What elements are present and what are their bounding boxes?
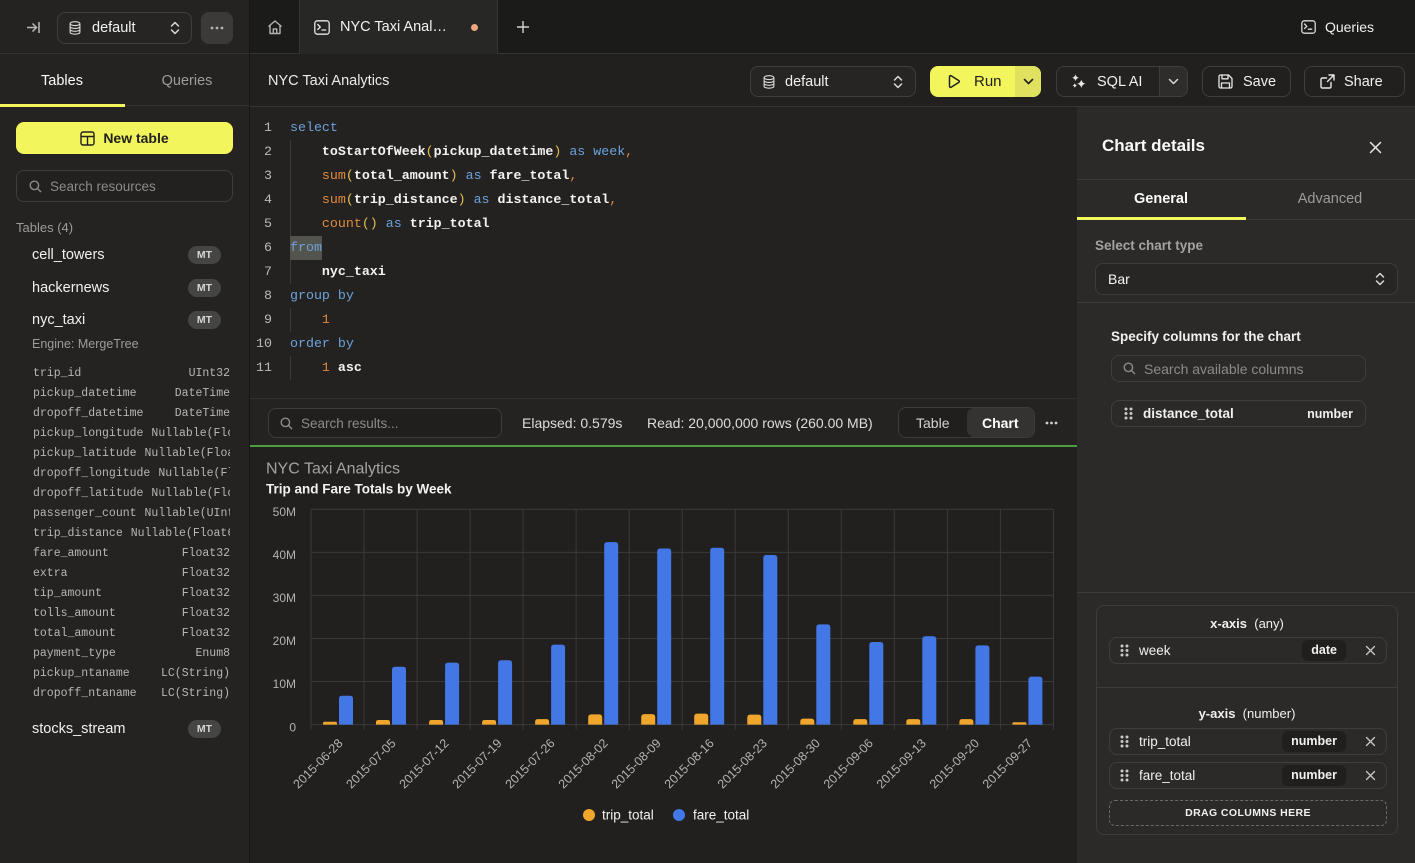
svg-text:fare_total: fare_total (693, 808, 749, 823)
svg-text:30M: 30M (273, 591, 296, 605)
svg-text:Trip and Fare Totals by Week: Trip and Fare Totals by Week (266, 482, 452, 497)
svg-text:2015-09-20: 2015-09-20 (927, 736, 982, 791)
svg-text:2015-08-09: 2015-08-09 (609, 736, 664, 791)
svg-text:10M: 10M (273, 677, 296, 691)
svg-text:2015-07-05: 2015-07-05 (344, 736, 399, 791)
svg-text:20M: 20M (273, 634, 296, 648)
svg-text:0: 0 (289, 720, 296, 734)
svg-text:trip_total: trip_total (602, 808, 654, 823)
svg-text:2015-09-13: 2015-09-13 (874, 736, 929, 791)
svg-text:2015-08-30: 2015-08-30 (768, 736, 823, 791)
svg-text:2015-08-02: 2015-08-02 (556, 736, 611, 791)
svg-text:2015-07-26: 2015-07-26 (503, 736, 558, 791)
svg-text:2015-07-12: 2015-07-12 (397, 736, 452, 791)
svg-text:2015-08-16: 2015-08-16 (662, 736, 717, 791)
svg-text:2015-07-19: 2015-07-19 (450, 736, 505, 791)
svg-text:40M: 40M (273, 548, 296, 562)
svg-text:2015-09-06: 2015-09-06 (821, 736, 876, 791)
svg-text:50M: 50M (273, 505, 296, 519)
svg-text:2015-06-28: 2015-06-28 (291, 736, 346, 791)
svg-text:NYC Taxi Analytics: NYC Taxi Analytics (266, 461, 400, 478)
svg-text:2015-09-27: 2015-09-27 (980, 736, 1035, 791)
svg-text:2015-08-23: 2015-08-23 (715, 736, 770, 791)
